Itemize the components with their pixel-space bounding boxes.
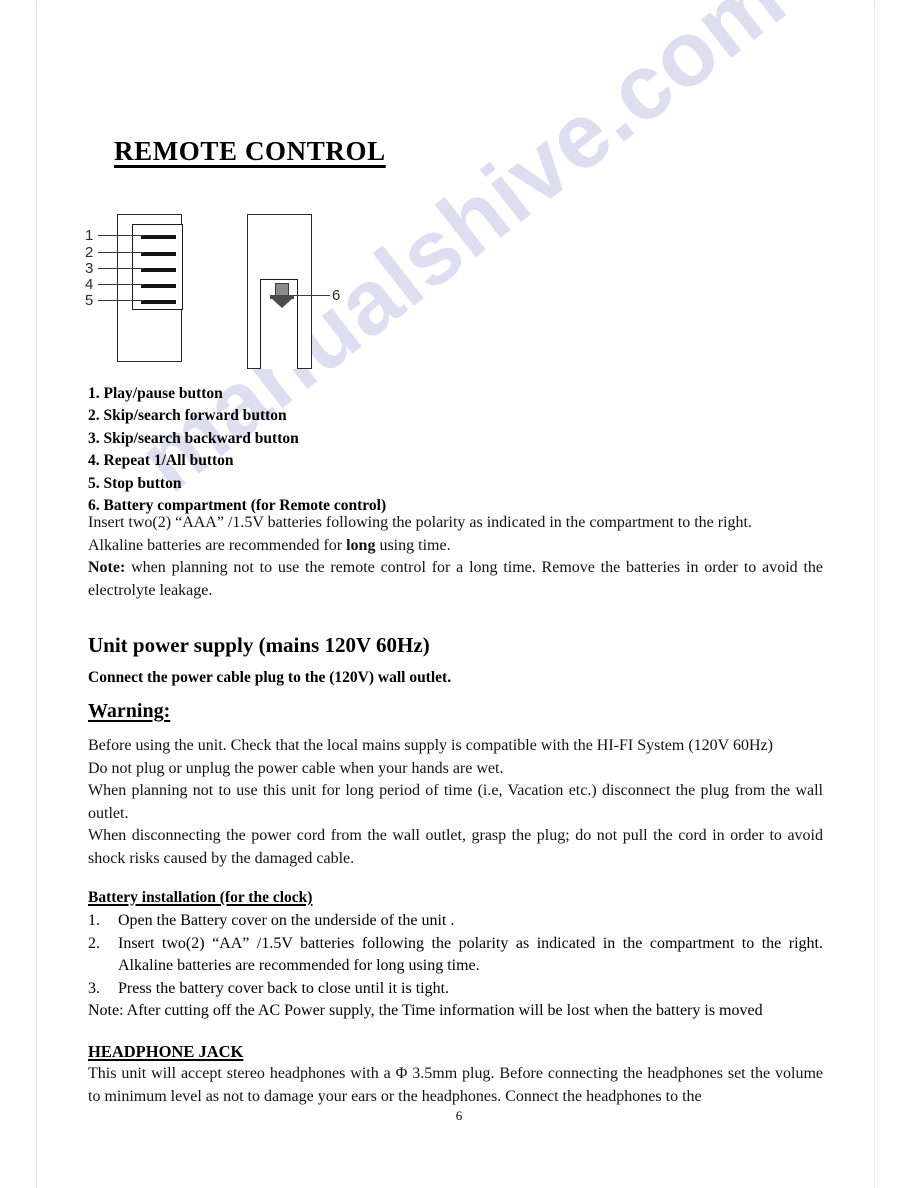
headphone-jack-heading: HEADPHONE JACK bbox=[88, 1042, 244, 1061]
page-number: 6 bbox=[455, 1108, 463, 1123]
install-step-1-text: Open the Battery cover on the underside … bbox=[118, 912, 455, 929]
headphone-jack-paragraph: This unit will accept stereo headphones … bbox=[88, 1065, 823, 1105]
callout-number-4: 4 bbox=[85, 276, 94, 293]
battery-insert-line: Insert two(2) “AAA” /1.5V batteries foll… bbox=[88, 514, 752, 531]
note-text: when planning not to use the remote cont… bbox=[88, 559, 823, 599]
install-step-2-text: Insert two(2) “AA” /1.5V batteries follo… bbox=[118, 934, 823, 975]
key-play-pause bbox=[141, 235, 176, 239]
key-skip-forward bbox=[141, 252, 176, 256]
install-step-3: 3. Press the battery cover back to close… bbox=[88, 978, 823, 1001]
callout-number-1: 1 bbox=[85, 227, 94, 244]
callout-number-5: 5 bbox=[85, 292, 94, 309]
page-content: REMOTE CONTROL 1 2 3 4 5 6 1. Play/pause… bbox=[0, 0, 918, 1188]
button-legend-list: 1. Play/pause button 2. Skip/search forw… bbox=[88, 383, 386, 517]
remote-control-diagram: 1 2 3 4 5 6 bbox=[80, 200, 440, 375]
legend-item-2: 2. Skip/search forward button bbox=[88, 407, 287, 425]
power-supply-heading: Unit power supply (mains 120V 60Hz) bbox=[88, 633, 430, 657]
remote-battery-paragraph: Insert two(2) “AAA” /1.5V batteries foll… bbox=[88, 512, 823, 602]
warning-line-1: Before using the unit. Check that the lo… bbox=[88, 737, 773, 754]
leader-line-6 bbox=[294, 295, 330, 297]
battery-installation-heading: Battery installation (for the clock) bbox=[88, 889, 313, 906]
warning-line-4: When disconnecting the power cord from t… bbox=[88, 827, 823, 867]
install-step-1-marker: 1. bbox=[88, 912, 100, 929]
install-step-3-marker: 3. bbox=[88, 979, 100, 997]
legend-item-3: 3. Skip/search backward button bbox=[88, 429, 299, 447]
leader-line-1 bbox=[98, 235, 144, 237]
leader-line-5 bbox=[98, 300, 144, 302]
alkaline-line-part2: using time. bbox=[375, 536, 451, 554]
legend-item-5: 5. Stop button bbox=[88, 474, 182, 492]
leader-line-2 bbox=[98, 252, 144, 254]
remote-keypad bbox=[132, 224, 183, 310]
leader-line-3 bbox=[98, 268, 144, 270]
page-title: REMOTE CONTROL bbox=[114, 136, 386, 166]
power-supply-subheading: Connect the power cable plug to the (120… bbox=[88, 669, 452, 686]
warning-line-2: Do not plug or unplug the power cable wh… bbox=[88, 759, 504, 777]
warning-heading: Warning: bbox=[88, 700, 171, 722]
alkaline-line-part1: Alkaline batteries are recommended for bbox=[88, 536, 347, 554]
manual-page: manualshive.com REMOTE CONTROL 1 2 3 4 5… bbox=[0, 0, 918, 1188]
key-repeat bbox=[141, 284, 176, 288]
callout-number-3: 3 bbox=[85, 260, 94, 277]
alkaline-long-emphasis: long bbox=[346, 536, 376, 554]
callout-number-6: 6 bbox=[332, 287, 341, 304]
install-step-2: 2. Insert two(2) “AA” /1.5V batteries fo… bbox=[88, 933, 823, 978]
battery-installation-list: 1. Open the Battery cover on the undersi… bbox=[88, 910, 823, 1023]
install-note: Note: After cutting off the AC Power sup… bbox=[88, 1002, 763, 1019]
callout-number-2: 2 bbox=[85, 244, 94, 261]
install-step-2-marker: 2. bbox=[88, 934, 100, 952]
legend-item-4: 4. Repeat 1/All button bbox=[88, 452, 234, 470]
legend-item-1: 1. Play/pause button bbox=[88, 385, 223, 402]
install-step-1: 1. Open the Battery cover on the undersi… bbox=[88, 910, 823, 933]
leader-line-4 bbox=[98, 284, 144, 286]
note-label: Note: bbox=[88, 559, 126, 576]
install-step-3-text: Press the battery cover back to close un… bbox=[118, 979, 450, 997]
warning-paragraph: Before using the unit. Check that the lo… bbox=[88, 735, 823, 870]
key-stop bbox=[141, 300, 176, 304]
key-skip-backward bbox=[141, 268, 176, 272]
warning-line-3: When planning not to use this unit for l… bbox=[88, 782, 823, 822]
